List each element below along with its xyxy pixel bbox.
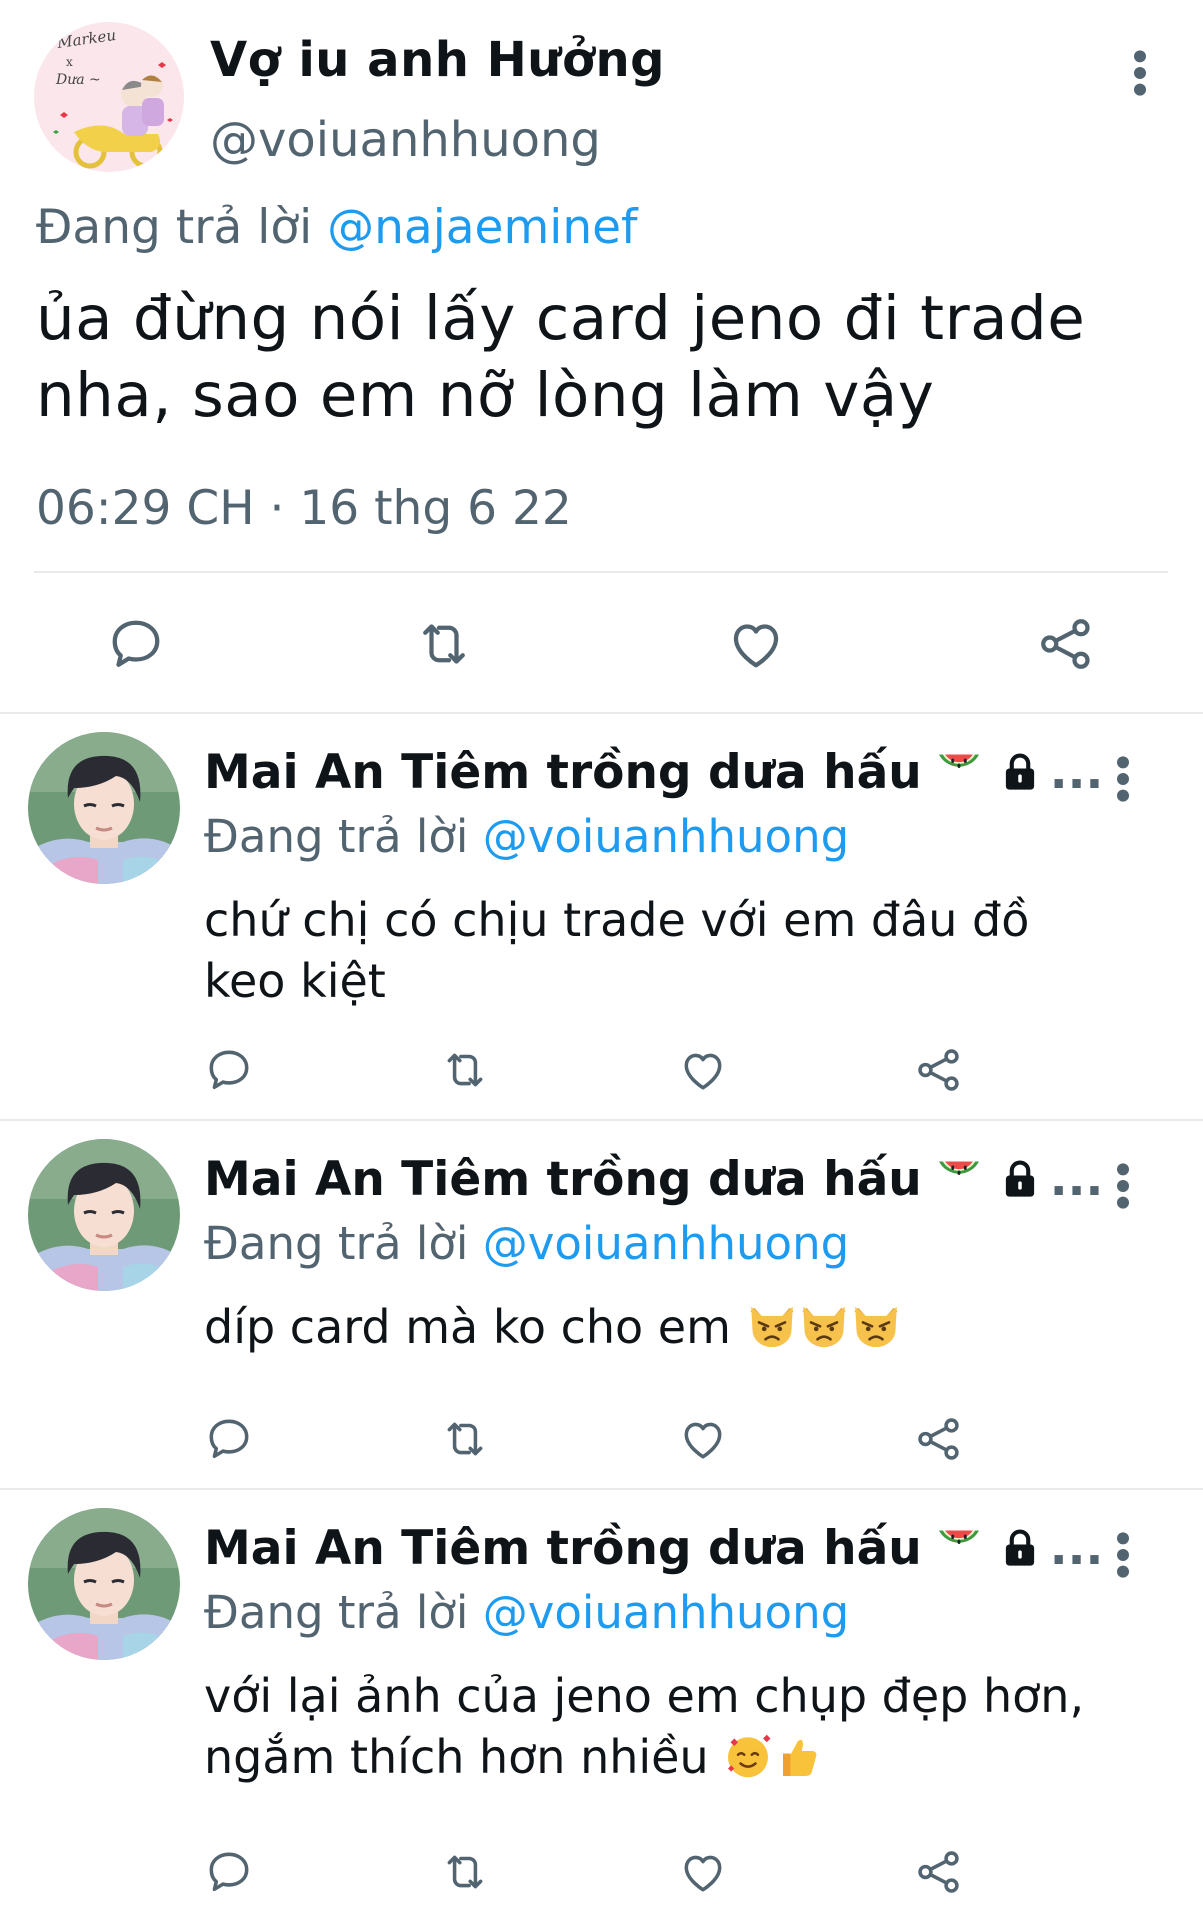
watermelon-icon — [934, 742, 984, 792]
share-icon[interactable] — [914, 1045, 964, 1095]
more-icon[interactable] — [1108, 1161, 1138, 1211]
display-name-text: Mai An Tiêm trồng dưa hấu — [204, 1521, 922, 1576]
replying-to: Đang trả lời @najaeminef — [36, 200, 638, 255]
lock-icon — [1002, 1528, 1038, 1568]
watermelon-icon — [934, 1149, 984, 1199]
thumbs-up-icon — [773, 1731, 823, 1781]
mention-link[interactable]: @voiuanhhuong — [483, 810, 849, 863]
replying-label: Đang trả lời — [204, 1586, 469, 1639]
display-name-text: Mai An Tiêm trồng dưa hấu — [204, 1152, 922, 1207]
timestamp[interactable]: 06:29 CH · 16 thg 6 22 — [36, 481, 572, 536]
like-icon[interactable] — [678, 1847, 728, 1897]
tweet-text: ủa đừng nói lấy card jeno đi trade nha, … — [36, 283, 1086, 431]
replying-label: Đang trả lời — [204, 810, 469, 863]
mention-link[interactable]: @najaeminef — [327, 200, 637, 255]
name-ellipsis: ... — [1049, 1521, 1104, 1576]
reply-icon[interactable] — [204, 1414, 254, 1464]
avatar[interactable] — [28, 1508, 180, 1660]
reply-icon[interactable] — [204, 1847, 254, 1897]
like-icon[interactable] — [678, 1414, 728, 1464]
name-ellipsis: ... — [1049, 745, 1104, 800]
tweet-text: díp card mà ko cho em — [204, 1297, 1124, 1358]
avatar-photo — [28, 1508, 180, 1660]
avatar[interactable]: Markeu x Dưa ~ — [34, 22, 184, 172]
reply-tweet: Mai An Tiêm trồng dưa hấu... Đang trả lờ… — [0, 714, 1203, 1121]
retweet-icon[interactable] — [440, 1414, 490, 1464]
avatar[interactable] — [28, 732, 180, 884]
retweet-icon[interactable] — [440, 1847, 490, 1897]
tweet-text: chứ chị có chịu trade với em đâu đồ keo … — [204, 893, 1030, 1008]
avatar-photo — [28, 1139, 180, 1291]
pouting-cat-icon — [746, 1299, 798, 1351]
tweet-text-content: díp card mà ko cho em — [204, 1300, 731, 1354]
more-icon[interactable] — [1108, 1530, 1138, 1580]
watermelon-icon — [934, 1518, 984, 1568]
replying-label: Đang trả lời — [204, 1217, 469, 1270]
tweet-text: với lại ảnh của jeno em chụp đẹp hơn, ng… — [204, 1666, 1134, 1788]
share-icon[interactable] — [914, 1847, 964, 1897]
reply-icon[interactable] — [204, 1045, 254, 1095]
more-icon[interactable] — [1125, 48, 1155, 98]
handle[interactable]: @voiuanhhuong — [210, 112, 601, 168]
retweet-icon[interactable] — [440, 1045, 490, 1095]
name-ellipsis: ... — [1049, 1152, 1104, 1207]
reply-tweet: Mai An Tiêm trồng dưa hấu... Đang trả lờ… — [0, 1490, 1203, 1920]
avatar[interactable] — [28, 1139, 180, 1291]
lock-icon — [1002, 752, 1038, 792]
replying-to: Đang trả lời @voiuanhhuong — [204, 1586, 849, 1639]
like-icon[interactable] — [678, 1045, 728, 1095]
tweet-text-content: với lại ảnh của jeno em chụp đẹp hơn, ng… — [204, 1669, 1085, 1784]
display-name[interactable]: Mai An Tiêm trồng dưa hấu... — [204, 1149, 1103, 1207]
replying-label: Đang trả lời — [36, 200, 313, 255]
pouting-cat-icon — [798, 1299, 850, 1351]
pouting-cat-icon — [850, 1299, 902, 1351]
avatar-caption-2: x — [66, 55, 73, 69]
divider — [34, 571, 1168, 573]
reply-tweet: Mai An Tiêm trồng dưa hấu... Đang trả lờ… — [0, 1121, 1203, 1490]
display-name[interactable]: Mai An Tiêm trồng dưa hấu... — [204, 1518, 1103, 1576]
avatar-caption-3: Dưa ~ — [55, 72, 101, 88]
display-name[interactable]: Mai An Tiêm trồng dưa hấu... — [204, 742, 1103, 800]
avatar-illustration: Markeu x Dưa ~ — [34, 22, 184, 172]
replying-to: Đang trả lời @voiuanhhuong — [204, 810, 849, 863]
mention-link[interactable]: @voiuanhhuong — [483, 1217, 849, 1270]
retweet-icon[interactable] — [414, 614, 474, 674]
reply-icon[interactable] — [106, 614, 166, 674]
share-icon[interactable] — [914, 1414, 964, 1464]
main-tweet: Markeu x Dưa ~ Vợ iu anh Hưởng @voiuanhh… — [0, 0, 1203, 714]
display-name-text: Mai An Tiêm trồng dưa hấu — [204, 745, 922, 800]
smiling-face-hearts-icon — [723, 1731, 773, 1781]
lock-icon — [1002, 1159, 1038, 1199]
like-icon[interactable] — [726, 614, 786, 674]
replying-to: Đang trả lời @voiuanhhuong — [204, 1217, 849, 1270]
share-icon[interactable] — [1036, 614, 1096, 674]
more-icon[interactable] — [1108, 754, 1138, 804]
display-name[interactable]: Vợ iu anh Hưởng — [210, 32, 665, 88]
avatar-photo — [28, 732, 180, 884]
mention-link[interactable]: @voiuanhhuong — [483, 1586, 849, 1639]
